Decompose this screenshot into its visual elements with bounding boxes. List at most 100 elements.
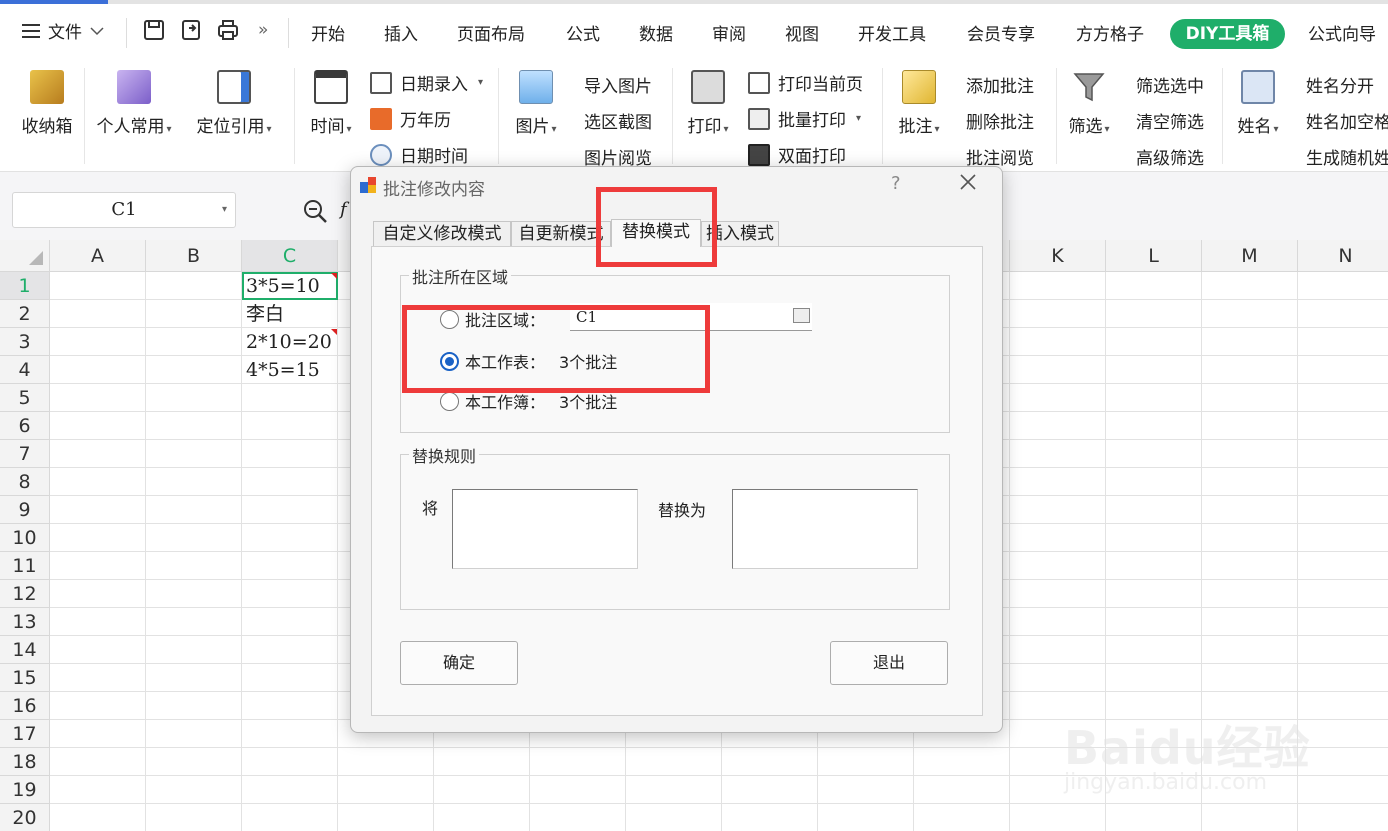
cell-k13[interactable] xyxy=(1010,608,1106,636)
tab-developer[interactable]: 开发工具 xyxy=(858,20,926,45)
row-header-14[interactable]: 14 xyxy=(0,636,50,664)
cell-c6[interactable] xyxy=(242,412,338,440)
row-header-9[interactable]: 9 xyxy=(0,496,50,524)
help-button[interactable]: ? xyxy=(891,173,901,194)
tab-fangfang[interactable]: 方方格子 xyxy=(1076,20,1144,45)
cell-c20[interactable] xyxy=(242,804,338,831)
cell-m6[interactable] xyxy=(1202,412,1298,440)
cell-l12[interactable] xyxy=(1106,580,1202,608)
cell-c12[interactable] xyxy=(242,580,338,608)
cell-b13[interactable] xyxy=(146,608,242,636)
cell-a13[interactable] xyxy=(50,608,146,636)
cell-d18[interactable] xyxy=(338,748,434,776)
tab-data[interactable]: 数据 xyxy=(639,20,673,45)
add-comment-button[interactable]: 添加批注 xyxy=(966,72,1034,97)
cell-b7[interactable] xyxy=(146,440,242,468)
cell-a4[interactable] xyxy=(50,356,146,384)
row-header-16[interactable]: 16 xyxy=(0,692,50,720)
ok-button[interactable]: 确定 xyxy=(400,641,518,685)
cell-k12[interactable] xyxy=(1010,580,1106,608)
cell-l6[interactable] xyxy=(1106,412,1202,440)
row-header-15[interactable]: 15 xyxy=(0,664,50,692)
cell-i19[interactable] xyxy=(818,776,914,804)
cell-c9[interactable] xyxy=(242,496,338,524)
tab-home[interactable]: 开始 xyxy=(311,20,345,45)
close-icon[interactable] xyxy=(957,171,979,193)
cell-b18[interactable] xyxy=(146,748,242,776)
cell-b20[interactable] xyxy=(146,804,242,831)
personal-common-button[interactable]: 个人常用 ▾ xyxy=(90,70,178,137)
cell-i18[interactable] xyxy=(818,748,914,776)
cell-i20[interactable] xyxy=(818,804,914,831)
cell-m9[interactable] xyxy=(1202,496,1298,524)
cell-k4[interactable] xyxy=(1010,356,1106,384)
cell-n14[interactable] xyxy=(1298,636,1388,664)
cell-c8[interactable] xyxy=(242,468,338,496)
cell-a5[interactable] xyxy=(50,384,146,412)
cell-b8[interactable] xyxy=(146,468,242,496)
cell-n10[interactable] xyxy=(1298,524,1388,552)
cell-d20[interactable] xyxy=(338,804,434,831)
row-header-4[interactable]: 4 xyxy=(0,356,50,384)
cell-k3[interactable] xyxy=(1010,328,1106,356)
cell-b2[interactable] xyxy=(146,300,242,328)
tab-diy-toolbox[interactable]: DIY工具箱 xyxy=(1170,19,1285,49)
cell-m15[interactable] xyxy=(1202,664,1298,692)
cell-b17[interactable] xyxy=(146,720,242,748)
cell-c17[interactable] xyxy=(242,720,338,748)
cell-c2[interactable]: 李白 xyxy=(242,300,338,328)
cell-k1[interactable] xyxy=(1010,272,1106,300)
cell-h19[interactable] xyxy=(722,776,818,804)
cell-c13[interactable] xyxy=(242,608,338,636)
date-time-button[interactable]: 日期时间 xyxy=(370,142,468,167)
cell-f18[interactable] xyxy=(530,748,626,776)
cell-c16[interactable] xyxy=(242,692,338,720)
name-button[interactable]: 姓名 ▾ xyxy=(1230,70,1286,137)
cell-a17[interactable] xyxy=(50,720,146,748)
cell-e19[interactable] xyxy=(434,776,530,804)
cell-n6[interactable] xyxy=(1298,412,1388,440)
fx-label[interactable]: f xyxy=(340,199,347,220)
gen-random-name-button[interactable]: 生成随机姓 xyxy=(1306,144,1388,169)
cell-g19[interactable] xyxy=(626,776,722,804)
tab-view[interactable]: 视图 xyxy=(785,20,819,45)
cell-m12[interactable] xyxy=(1202,580,1298,608)
tab-review[interactable]: 审阅 xyxy=(712,20,746,45)
cell-b11[interactable] xyxy=(146,552,242,580)
row-header-6[interactable]: 6 xyxy=(0,412,50,440)
cell-h20[interactable] xyxy=(722,804,818,831)
tab-formula-wizard[interactable]: 公式向导 xyxy=(1308,20,1376,45)
tab-insert[interactable]: 插入 xyxy=(384,20,418,45)
cell-e20[interactable] xyxy=(434,804,530,831)
cell-k8[interactable] xyxy=(1010,468,1106,496)
cell-j19[interactable] xyxy=(914,776,1010,804)
row-header-1[interactable]: 1 xyxy=(0,272,50,300)
save-icon[interactable] xyxy=(142,18,166,42)
cell-n5[interactable] xyxy=(1298,384,1388,412)
cell-k11[interactable] xyxy=(1010,552,1106,580)
row-header-11[interactable]: 11 xyxy=(0,552,50,580)
column-header-b[interactable]: B xyxy=(146,240,242,272)
tab-custom-modify[interactable]: 自定义修改模式 xyxy=(373,221,511,247)
printer-icon[interactable] xyxy=(216,18,240,42)
cell-b1[interactable] xyxy=(146,272,242,300)
perpetual-calendar-button[interactable]: 万年历 xyxy=(370,106,451,131)
cell-k5[interactable] xyxy=(1010,384,1106,412)
filter-button[interactable]: 筛选 ▾ xyxy=(1062,70,1116,137)
name-add-space-button[interactable]: 姓名加空格 xyxy=(1306,108,1388,133)
cell-a10[interactable] xyxy=(50,524,146,552)
row-header-18[interactable]: 18 xyxy=(0,748,50,776)
comment-button[interactable]: 批注 ▾ xyxy=(890,70,948,137)
filter-selected-button[interactable]: 筛选选中 xyxy=(1136,72,1204,97)
cell-a3[interactable] xyxy=(50,328,146,356)
row-header-12[interactable]: 12 xyxy=(0,580,50,608)
column-header-n[interactable]: N xyxy=(1298,240,1388,272)
cell-d19[interactable] xyxy=(338,776,434,804)
cell-j18[interactable] xyxy=(914,748,1010,776)
cell-c4[interactable]: 4*5=15 xyxy=(242,356,338,384)
cell-f19[interactable] xyxy=(530,776,626,804)
cell-b19[interactable] xyxy=(146,776,242,804)
cell-c5[interactable] xyxy=(242,384,338,412)
cell-l9[interactable] xyxy=(1106,496,1202,524)
cell-n4[interactable] xyxy=(1298,356,1388,384)
